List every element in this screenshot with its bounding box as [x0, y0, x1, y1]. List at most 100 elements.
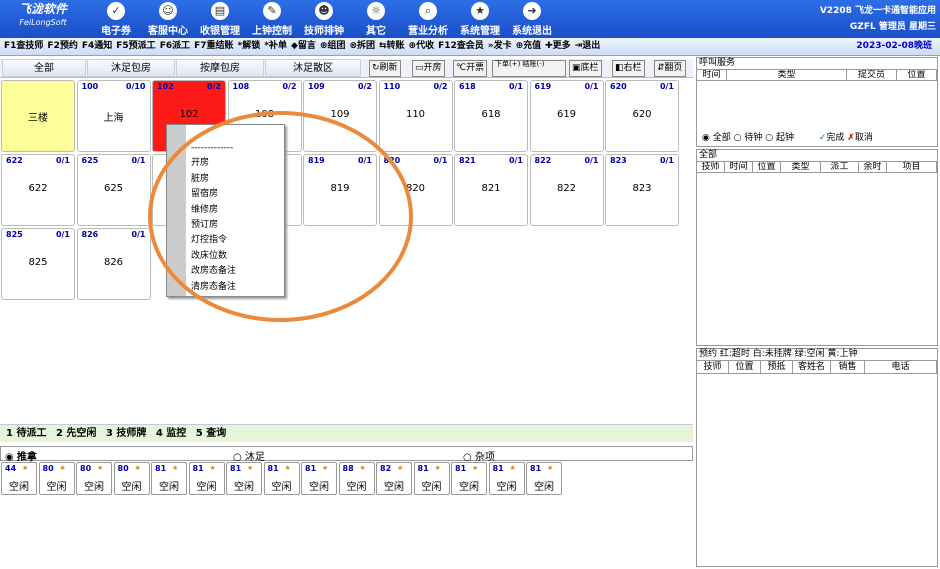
tech-status: 空闲	[234, 482, 254, 493]
room-number: 821	[459, 156, 476, 165]
opt-all[interactable]: ◉ 全部	[702, 133, 731, 143]
tech-number: 80	[80, 464, 92, 473]
toolbar-item-8[interactable]: ◆留言	[289, 38, 318, 55]
cancel-icon: ✗	[847, 133, 855, 143]
menu-item-4[interactable]: ☻ 技师排钟	[294, 1, 354, 37]
toolbar-item-13[interactable]: F12查会员	[436, 38, 486, 55]
room-name: 823	[632, 183, 652, 194]
tab-massage-rooms[interactable]: 按摩包房	[176, 59, 264, 77]
tab-tech-board[interactable]: 3 技师牌	[106, 428, 146, 439]
toolbar-item-7[interactable]: *补单	[262, 38, 289, 55]
toolbar-item-9[interactable]: ⊕组团	[318, 38, 348, 55]
technician-card[interactable]: 81 ★ 空闲	[188, 462, 225, 495]
opt-start[interactable]: ○ 起钟	[765, 133, 794, 143]
room-card[interactable]: 100 0/10 上海	[76, 80, 151, 152]
toolbar-item-2[interactable]: F4通知	[80, 38, 114, 55]
toolbar-item-12[interactable]: ⊕代收	[407, 38, 437, 55]
menu-item-3[interactable]: ✎ 上钟控制	[242, 1, 302, 37]
room-card[interactable]: 825 0/1 825	[1, 228, 75, 300]
cancel-button[interactable]: ✗取消	[847, 133, 873, 143]
radio-massage[interactable]: ◉ 推拿	[5, 448, 37, 463]
toolbar-item-17[interactable]: ⇥退出	[573, 38, 603, 55]
room-name: 619	[556, 109, 577, 120]
room-card[interactable]: 822 0/1 822	[529, 154, 604, 226]
technician-card[interactable]: 80 ★ 空闲	[38, 462, 75, 495]
logo-text: 飞泷软件	[18, 2, 67, 16]
tech-status: 空闲	[384, 482, 404, 493]
room-name: 625	[103, 183, 124, 194]
technician-card[interactable]: 81 ★ 空闲	[488, 462, 525, 495]
menu-item-2[interactable]: ▤ 收银管理	[190, 1, 250, 37]
technician-card[interactable]: 81 ★ 空闲	[226, 462, 262, 495]
technician-card[interactable]: 81 ★ 空闲	[451, 462, 487, 495]
menu-item-1[interactable]: ☺ 客服中心	[138, 1, 198, 37]
technician-card[interactable]: 81 ★ 空闲	[263, 462, 300, 495]
menu-item-8[interactable]: ➜ 系统退出	[502, 1, 562, 37]
done-button[interactable]: ✓完成	[819, 133, 845, 143]
menu-icon: ➜	[523, 2, 541, 20]
technician-card[interactable]: 80 ★ 空闲	[113, 462, 150, 495]
star-icon: ★	[359, 464, 366, 472]
room-card[interactable]: 三楼	[1, 80, 75, 152]
menu-item-0[interactable]: ✓ 电子券	[86, 1, 146, 37]
menu-item-5[interactable]: ☼ 其它	[346, 1, 406, 37]
technician-card[interactable]: 44 ★ 空闲	[1, 462, 37, 495]
toolbar-item-1[interactable]: F2预约	[45, 38, 79, 55]
toolbar-item-3[interactable]: F5预派工	[114, 38, 157, 55]
page-button[interactable]: ⇵翻页	[654, 60, 686, 77]
technician-card[interactable]: 88 ★ 空闲	[338, 462, 375, 495]
room-card[interactable]: 625 0/1 625	[76, 154, 151, 226]
room-card[interactable]: 620 0/1 620	[605, 80, 679, 152]
menu-item-7[interactable]: ★ 系统管理	[450, 1, 510, 37]
toolbar-item-11[interactable]: ⇆转账	[377, 38, 407, 55]
menu-icon: ☼	[367, 2, 385, 20]
tab-pending[interactable]: 1 待派工	[6, 428, 46, 439]
technician-card[interactable]: 80 ★ 空闲	[76, 462, 112, 495]
star-icon: ★	[59, 464, 66, 472]
tab-foot-area[interactable]: 沐足散区	[265, 59, 361, 77]
toolbar-item-4[interactable]: F6派工	[158, 38, 192, 55]
tab-foot-rooms[interactable]: 沐足包房	[87, 59, 175, 77]
tab-query[interactable]: 5 查询	[196, 428, 226, 439]
tab-all[interactable]: 全部	[2, 59, 86, 77]
toolbar-item-5[interactable]: F7重结账	[192, 38, 235, 55]
room-card[interactable]: 619 0/1 619	[529, 80, 604, 152]
toolbar-item-10[interactable]: ⊗拆团	[347, 38, 377, 55]
toolbar-item-14[interactable]: »发卡	[486, 38, 514, 55]
technician-card[interactable]: 81 ★ 空闲	[151, 462, 187, 495]
toolbar-item-0[interactable]: F1查技师	[2, 38, 45, 55]
tab-monitor[interactable]: 4 监控	[156, 428, 186, 439]
toolbar-item-16[interactable]: ✚更多	[543, 38, 573, 55]
open-ticket-button[interactable]: ℃开票	[453, 60, 488, 77]
technician-card[interactable]: 81 ★ 空闲	[301, 462, 337, 495]
radio-foot[interactable]: ○ 沐足	[233, 448, 265, 463]
open-room-button[interactable]: ▭开房	[412, 60, 445, 77]
technician-card[interactable]: 81 ★ 空闲	[413, 462, 450, 495]
right-bar-button[interactable]: ◧右栏	[612, 60, 645, 77]
order-input[interactable]: 下单(+) 结账(-)	[492, 60, 566, 77]
ticket-icon: ℃	[456, 63, 467, 73]
radio-misc[interactable]: ○ 杂项	[463, 448, 495, 463]
toolbar-item-15[interactable]: ⊕充值	[514, 38, 544, 55]
room-card[interactable]: 823 0/1 823	[605, 154, 679, 226]
opt-all-label: 全部	[712, 133, 731, 143]
bottom-bar-label: 底栏	[580, 63, 599, 73]
opt-wait[interactable]: ○ 待钟	[734, 133, 763, 143]
star-icon: ★	[284, 464, 291, 472]
technician-card[interactable]: 81 ★ 空闲	[526, 462, 562, 495]
technician-card[interactable]: 82 ★ 空闲	[376, 462, 412, 495]
status-legend: 预约 红:超时 白:未挂牌 绿:空闲 黄:上钟	[699, 349, 858, 359]
toolbar-item-6[interactable]: *解锁	[236, 38, 263, 55]
menu-label: 电子券	[101, 26, 131, 37]
tab-idle-first[interactable]: 2 先空闲	[56, 428, 96, 439]
room-card[interactable]: 622 0/1 622	[1, 154, 75, 226]
refresh-button[interactable]: ↻刷新	[369, 60, 401, 77]
menu-item-6[interactable]: ⌕ 营业分析	[398, 1, 458, 37]
room-card[interactable]: 821 0/1 821	[454, 154, 528, 226]
room-card[interactable]: 826 0/1 826	[76, 228, 151, 300]
room-number: 618	[459, 82, 476, 91]
room-card[interactable]: 110 0/2 110	[378, 80, 453, 152]
tech-number: 82	[380, 464, 392, 473]
bottom-bar-button[interactable]: ▣底栏	[569, 60, 602, 77]
room-card[interactable]: 618 0/1 618	[454, 80, 528, 152]
